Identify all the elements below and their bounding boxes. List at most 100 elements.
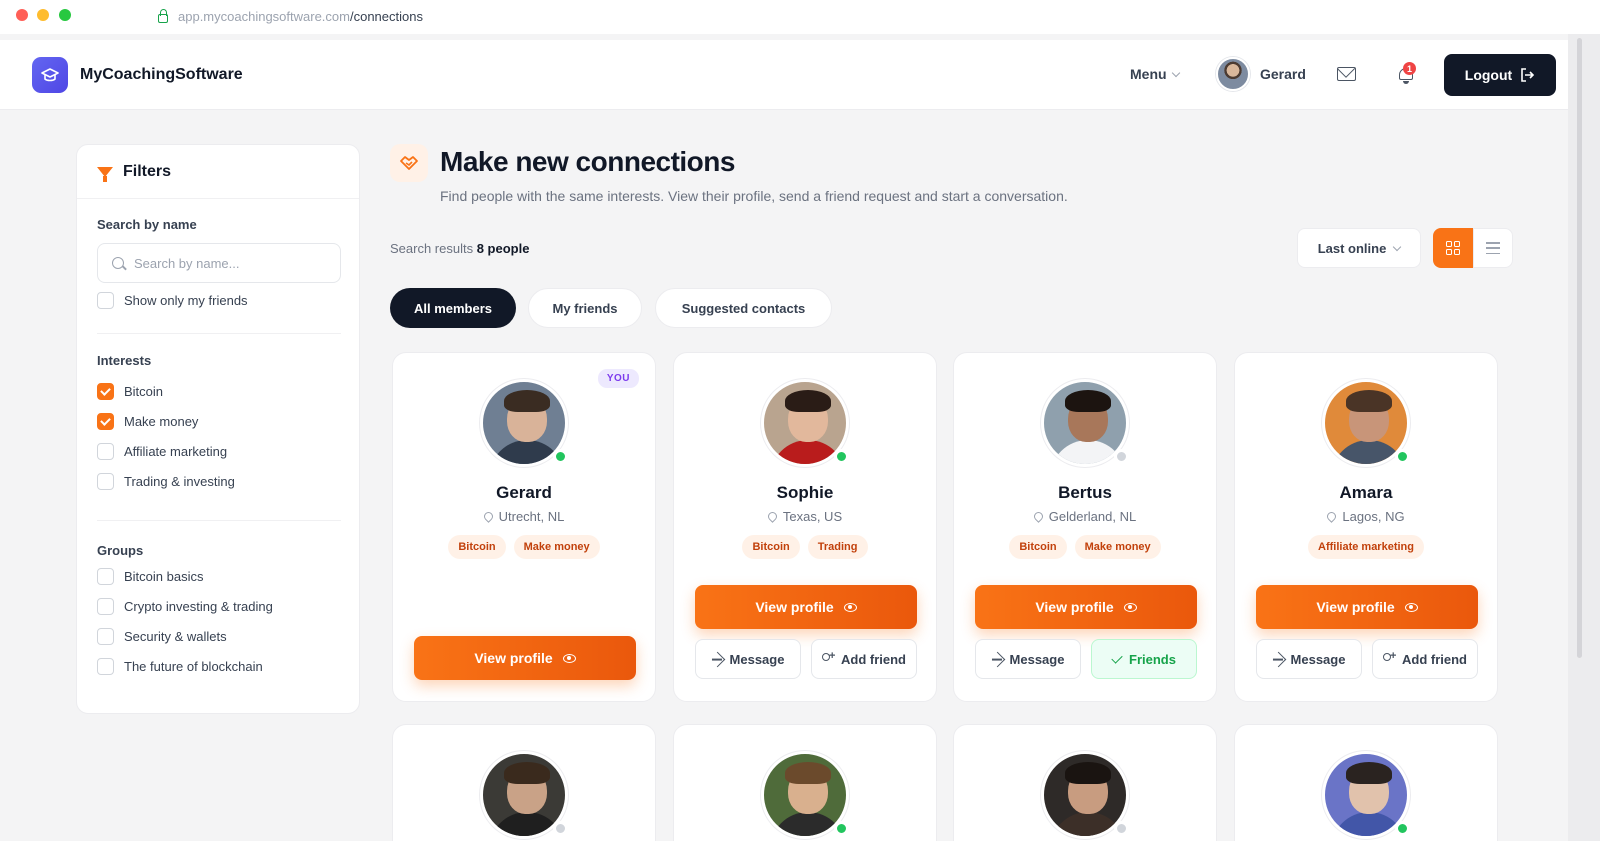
search-input[interactable]	[134, 255, 334, 271]
checkbox-label: Affiliate marketing	[124, 444, 228, 459]
tab-my-friends[interactable]: My friends	[528, 288, 642, 328]
only-friends-checkbox[interactable]: Show only my friends	[97, 292, 248, 309]
search-field[interactable]	[97, 243, 341, 283]
message-label: Message	[1009, 651, 1065, 667]
send-icon	[709, 651, 725, 667]
menu-label: Menu	[1130, 66, 1167, 82]
view-profile-button[interactable]: View profile	[695, 585, 917, 629]
filter-icon	[97, 166, 113, 182]
logout-label: Logout	[1464, 67, 1513, 83]
groups-title: Groups	[97, 543, 144, 558]
card-actions: Message Add friend	[1256, 639, 1478, 679]
menu-dropdown[interactable]: Menu	[1130, 66, 1180, 82]
interest-tag: Bitcoin	[742, 535, 800, 559]
interest-checkbox[interactable]: Affiliate marketing	[97, 443, 227, 460]
view-profile-label: View profile	[1316, 599, 1395, 615]
list-view-button[interactable]	[1473, 228, 1513, 268]
location-text: Utrecht, NL	[498, 509, 565, 524]
online-status-dot	[834, 821, 849, 836]
interest-tag: Make money	[513, 535, 600, 559]
person-card: Amara Lagos, NG Affiliate marketing View pr…	[1234, 352, 1498, 702]
user-menu[interactable]: Gerard	[1216, 57, 1306, 91]
add-friend-button[interactable]: Add friend	[811, 639, 917, 679]
url-path: /connections	[349, 8, 423, 24]
checkbox[interactable]	[97, 383, 114, 400]
interest-checkbox[interactable]: Trading & investing	[97, 473, 235, 490]
handshake-icon	[390, 144, 428, 182]
search-icon	[112, 257, 124, 269]
friends-label: Friends	[1129, 651, 1176, 667]
scrollbar[interactable]	[1568, 34, 1600, 841]
location-text: Texas, US	[782, 509, 843, 524]
interest-tags: Bitcoin Make money	[393, 535, 655, 559]
checkbox[interactable]	[97, 443, 114, 460]
location-pin-icon	[1031, 510, 1045, 523]
add-user-icon	[822, 650, 835, 665]
checkbox[interactable]	[97, 658, 114, 675]
tab-suggested-contacts[interactable]: Suggested contacts	[655, 288, 832, 328]
check-icon	[1111, 651, 1123, 664]
checkbox[interactable]	[97, 568, 114, 585]
offline-status-dot	[1114, 821, 1129, 836]
message-button[interactable]: Message	[1256, 639, 1362, 679]
tab-all-members[interactable]: All members	[390, 288, 516, 328]
interest-checkbox[interactable]: Make money	[97, 413, 198, 430]
offline-status-dot	[1114, 449, 1129, 464]
you-badge: YOU	[597, 369, 639, 388]
logout-button[interactable]: Logout	[1444, 54, 1556, 96]
grid-view-button[interactable]	[1433, 228, 1473, 268]
window-close-button[interactable]	[16, 9, 28, 21]
sort-dropdown[interactable]: Last online	[1297, 228, 1421, 268]
add-friend-label: Add friend	[1402, 651, 1467, 667]
friends-button[interactable]: Friends	[1091, 639, 1197, 679]
location-pin-icon	[766, 510, 779, 523]
filters-header: Filters	[77, 145, 359, 199]
view-profile-button[interactable]: View profile	[1256, 585, 1478, 629]
checkbox[interactable]	[97, 473, 114, 490]
group-checkbox[interactable]: The future of blockchain	[97, 658, 263, 675]
checkbox[interactable]	[97, 413, 114, 430]
avatar	[1216, 57, 1250, 91]
chevron-down-icon	[1393, 242, 1402, 251]
view-profile-label: View profile	[1035, 599, 1114, 615]
add-friend-button[interactable]: Add friend	[1372, 639, 1478, 679]
online-status-dot	[553, 449, 568, 464]
group-checkbox[interactable]: Crypto investing & trading	[97, 598, 273, 615]
checkbox[interactable]	[97, 628, 114, 645]
person-name[interactable]: Gerard	[393, 483, 655, 503]
person-location: Lagos, NG	[1235, 509, 1497, 524]
filters-title: Filters	[123, 162, 172, 180]
person-card: Bertus Gelderland, NL Bitcoin Make money Vie…	[953, 352, 1217, 702]
interest-checkbox[interactable]: Bitcoin	[97, 383, 163, 400]
person-name[interactable]: Amara	[1235, 483, 1497, 503]
group-checkbox[interactable]: Security & wallets	[97, 628, 227, 645]
person-card	[673, 724, 937, 841]
mail-icon[interactable]	[1337, 67, 1356, 81]
message-button[interactable]: Message	[975, 639, 1081, 679]
app-name[interactable]: MyCoachingSoftware	[80, 66, 243, 84]
url-host: app.mycoachingsoftware.com	[178, 8, 350, 24]
view-profile-button[interactable]: View profile	[975, 585, 1197, 629]
interest-tags: Bitcoin Make money	[954, 535, 1216, 559]
interest-tag: Bitcoin	[1009, 535, 1067, 559]
window-maximize-button[interactable]	[59, 9, 71, 21]
graduation-cap-icon	[41, 68, 59, 82]
checkbox[interactable]	[97, 292, 114, 309]
message-button[interactable]: Message	[695, 639, 801, 679]
checkbox-label: Crypto investing & trading	[124, 599, 273, 614]
group-checkbox[interactable]: Bitcoin basics	[97, 568, 203, 585]
view-profile-label: View profile	[474, 650, 553, 666]
view-profile-button[interactable]: View profile	[414, 636, 636, 680]
eye-icon	[843, 602, 857, 612]
person-name[interactable]: Sophie	[674, 483, 936, 503]
window-minimize-button[interactable]	[37, 9, 49, 21]
interest-tags: Affiliate marketing	[1235, 535, 1497, 559]
scrollbar-thumb[interactable]	[1577, 38, 1582, 658]
eye-icon	[1404, 602, 1418, 612]
app-logo[interactable]	[32, 57, 68, 93]
checkbox[interactable]	[97, 598, 114, 615]
address-bar[interactable]: app.mycoachingsoftware.com/connections	[148, 2, 1416, 30]
person-location: Utrecht, NL	[393, 509, 655, 524]
person-location: Texas, US	[674, 509, 936, 524]
person-name[interactable]: Bertus	[954, 483, 1216, 503]
